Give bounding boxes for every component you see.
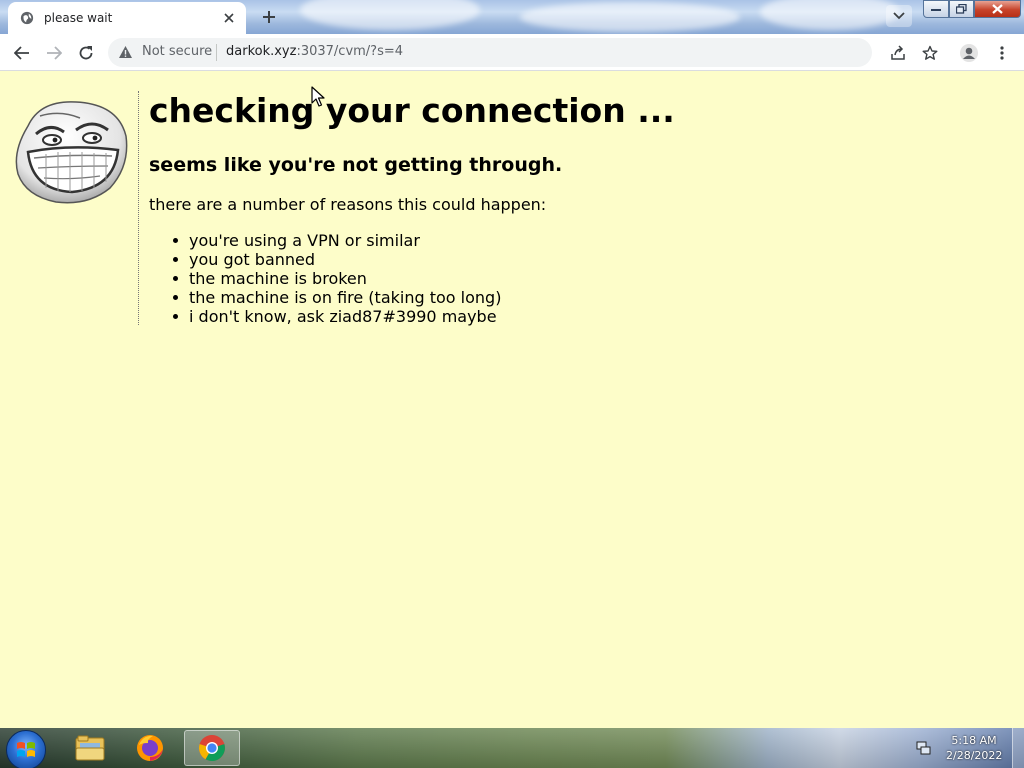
arrow-right-icon: [47, 46, 62, 60]
windows-logo-icon: [17, 742, 35, 757]
arrow-left-icon: [14, 46, 29, 60]
close-tab-icon[interactable]: [220, 9, 238, 27]
clock-date: 2/28/2022: [946, 749, 1003, 762]
account-icon: [960, 44, 978, 62]
show-desktop-button[interactable]: [1012, 728, 1024, 768]
profile-button[interactable]: [955, 39, 983, 67]
content-divider: [138, 91, 139, 325]
globe-icon: [20, 11, 34, 25]
browser-tab[interactable]: please wait: [8, 2, 246, 34]
minimize-button[interactable]: [923, 0, 949, 18]
taskbar: 5:18 AM 2/28/2022: [0, 728, 1024, 768]
menu-button[interactable]: [988, 39, 1016, 67]
restore-button[interactable]: [949, 0, 974, 18]
page-subtitle: seems like you're not getting through.: [149, 154, 563, 176]
back-button[interactable]: [8, 39, 36, 67]
more-vertical-icon: [1000, 46, 1004, 60]
security-indicator[interactable]: Not secure: [118, 44, 212, 59]
forward-button[interactable]: [40, 39, 68, 67]
taskbar-chrome[interactable]: [184, 730, 240, 766]
plus-icon: [263, 11, 275, 23]
tab-title: please wait: [44, 11, 113, 25]
list-item: you're using a VPN or similar: [172, 231, 501, 250]
url-path: :3037/cvm/?s=4: [296, 44, 404, 59]
reload-icon: [79, 46, 93, 60]
browser-titlebar: please wait: [0, 0, 1024, 34]
close-window-button[interactable]: [974, 0, 1021, 18]
reload-button[interactable]: [72, 39, 100, 67]
url-text[interactable]: darkok.xyz:3037/cvm/?s=4: [226, 44, 403, 59]
clock-time: 5:18 AM: [951, 734, 997, 747]
reasons-list: you're using a VPN or similar you got ba…: [149, 231, 501, 326]
network-icon[interactable]: [915, 740, 931, 756]
bookmark-button[interactable]: [916, 39, 944, 67]
chrome-icon: [199, 735, 225, 762]
url-host: darkok.xyz: [226, 44, 297, 59]
intro-text: there are a number of reasons this could…: [149, 195, 547, 214]
page-title: checking your connection ...: [149, 91, 675, 130]
list-item: the machine is on fire (taking too long): [172, 288, 502, 307]
taskbar-explorer[interactable]: [62, 730, 118, 766]
window-controls: [923, 0, 1021, 20]
chevron-down-icon: [893, 12, 905, 20]
list-item: i don't know, ask ziad87#3990 maybe: [172, 307, 501, 326]
list-item: the machine is broken: [172, 269, 501, 288]
omnibox-separator: [216, 44, 217, 61]
page-content: checking your connection ... seems like …: [0, 71, 1024, 728]
firefox-icon: [137, 735, 163, 761]
folder-icon: [75, 735, 105, 761]
star-icon: [922, 45, 938, 60]
address-bar[interactable]: Not secure darkok.xyz:3037/cvm/?s=4: [108, 38, 908, 67]
tab-search-button[interactable]: [886, 5, 912, 27]
security-label: Not secure: [142, 44, 213, 59]
list-item: you got banned: [172, 250, 501, 269]
mouse-cursor-icon: [311, 86, 325, 107]
taskbar-firefox[interactable]: [122, 730, 178, 766]
new-tab-button[interactable]: [256, 5, 282, 29]
trollface-image: [15, 101, 128, 204]
system-clock[interactable]: 5:18 AM 2/28/2022: [946, 733, 1002, 763]
warning-icon: [119, 45, 132, 58]
start-button[interactable]: [6, 730, 46, 768]
